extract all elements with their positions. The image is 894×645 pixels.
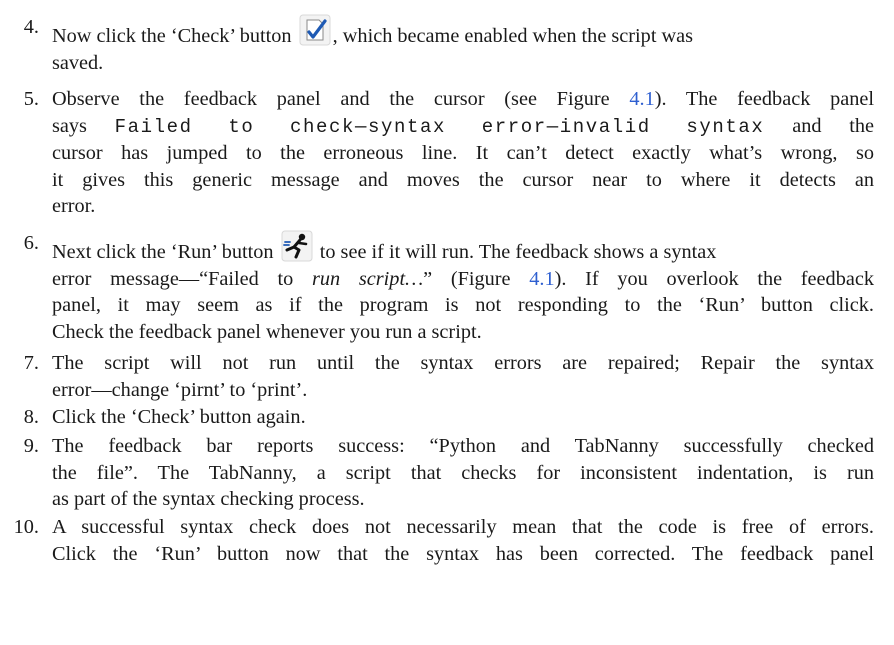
step-number: 10. (13, 516, 39, 538)
step-number: 8. (23, 406, 39, 428)
step-number: 7. (23, 352, 39, 374)
step-number: 9. (23, 435, 39, 457)
step-text: Now click the ‘Check’ button , which bec… (52, 14, 874, 76)
step-text: A successful syntax check does not neces… (52, 516, 874, 565)
step-text: The script will not run until the syntax… (52, 352, 874, 401)
step-number: 6. (23, 232, 39, 254)
step-text: The feedback bar reports success: “Pytho… (52, 435, 874, 511)
figure-link[interactable]: 4.1 (629, 88, 654, 110)
check-syntax-icon (299, 14, 331, 46)
document-page: 4. Now click the ‘Check’ button , which … (0, 0, 894, 645)
feedback-message-code: Failed to check—syntax error—invalid syn… (114, 115, 765, 138)
step-text: Click the ‘Check’ button again. (52, 406, 306, 428)
step-text: Next click the ‘Run’ button to see if it… (52, 230, 874, 345)
run-script-icon (281, 230, 313, 262)
step-text: Observe the feedback panel and the curso… (52, 88, 874, 218)
step-number: 4. (23, 16, 39, 38)
figure-link[interactable]: 4.1 (529, 268, 554, 290)
step-number: 5. (23, 88, 39, 110)
